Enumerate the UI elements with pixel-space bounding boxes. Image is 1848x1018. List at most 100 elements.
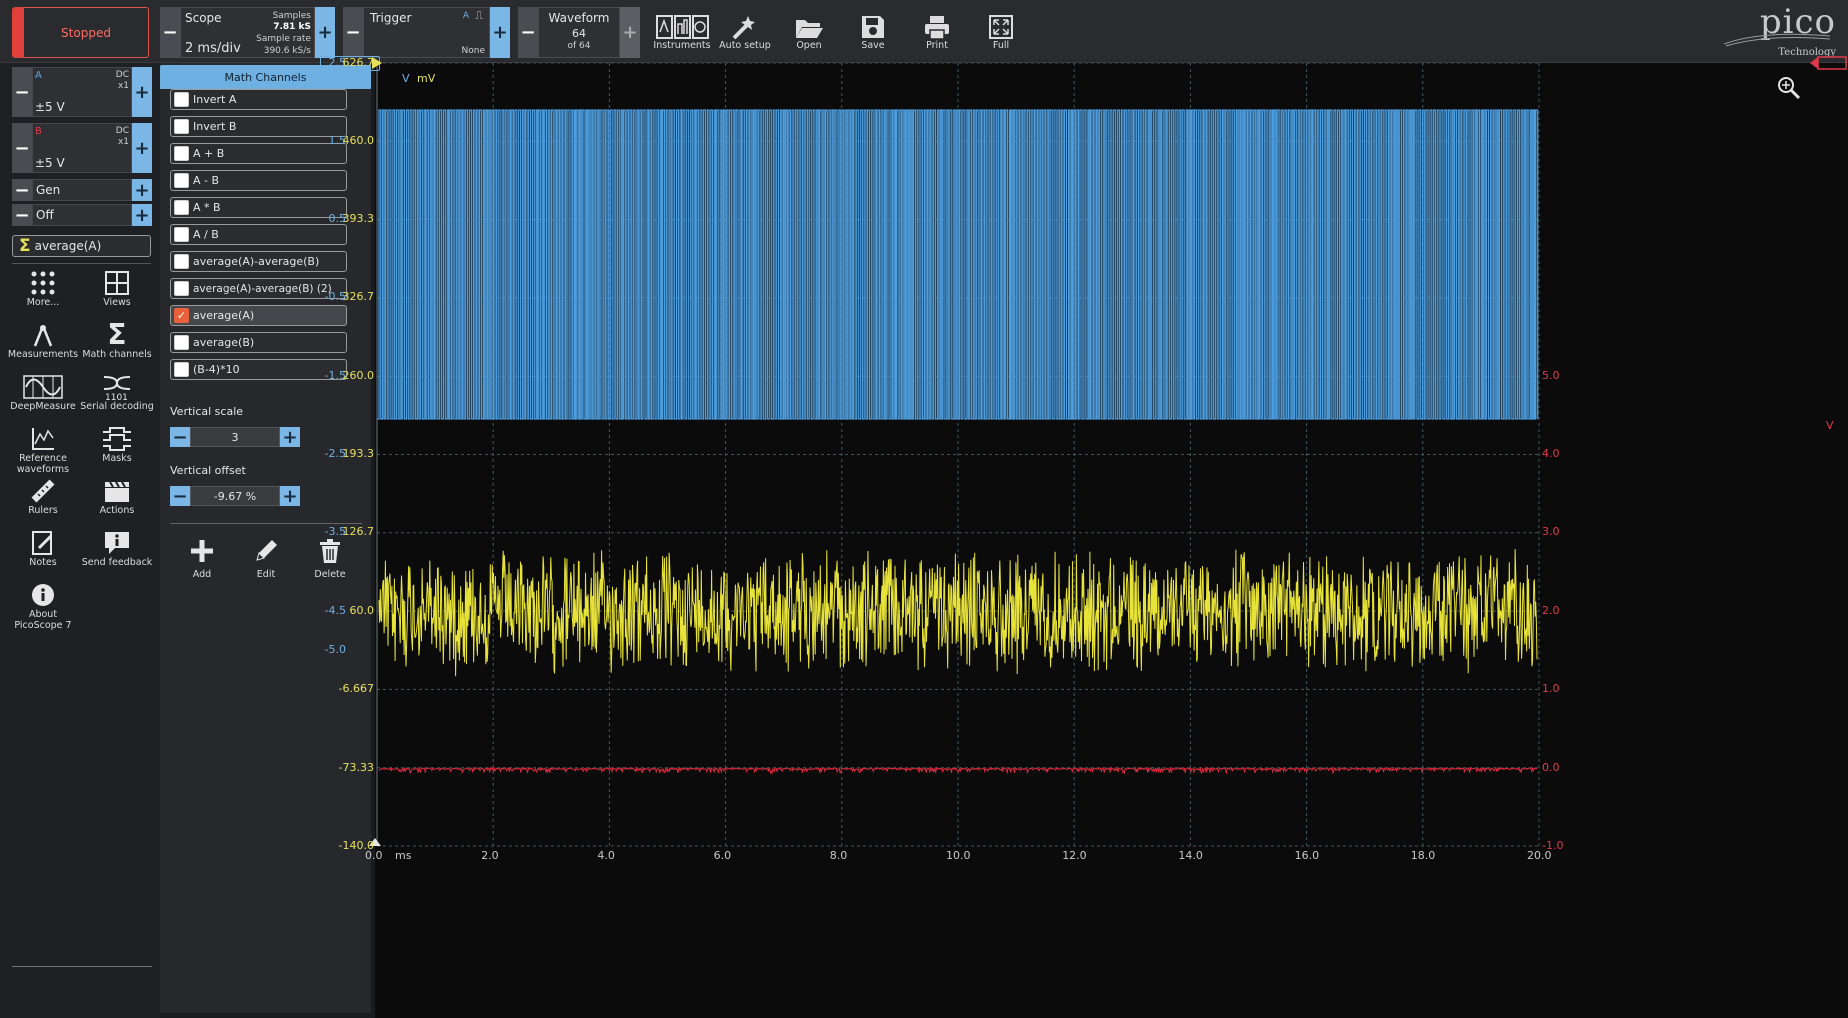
math-item-invert-a[interactable]: Invert A [170, 89, 347, 110]
math-item-a-plus-b[interactable]: A + B [170, 143, 347, 164]
vertical-offset-increase-button[interactable]: + [280, 486, 300, 507]
reference-waveforms-button[interactable]: Reference waveforms [6, 424, 80, 476]
channel-b-card[interactable]: B DC x1 ±5 V [32, 123, 132, 173]
checkbox[interactable] [174, 281, 189, 296]
trigger-marker-right[interactable] [1808, 55, 1848, 71]
zoom-icon[interactable] [1777, 76, 1801, 100]
channel-a-range-decrease-button[interactable]: − [12, 67, 32, 117]
vertical-scale-stepper[interactable]: − 3 + [170, 427, 300, 448]
math-channels-label: Math channels [82, 349, 152, 360]
edit-math-channel-button[interactable]: Edit [236, 533, 296, 580]
checkbox[interactable] [174, 119, 189, 134]
math-item-a-minus-b[interactable]: A - B [170, 170, 347, 191]
math-item-label: A - B [193, 174, 220, 187]
generator-state[interactable]: Off [32, 204, 132, 226]
trigger-control[interactable]: Trigger A ⎍ None [363, 7, 490, 58]
vertical-offset-decrease-button[interactable]: − [170, 486, 190, 507]
save-button[interactable]: Save [843, 6, 903, 51]
samples-label: Samples [272, 11, 311, 21]
checkbox[interactable] [174, 254, 189, 269]
rulers-button[interactable]: Rulers [6, 476, 80, 517]
time-axis-tick: 14.0 [1178, 849, 1203, 862]
generator-decrease-button[interactable]: − [12, 179, 32, 201]
math-item-average-a[interactable]: ✓ average(A) [170, 305, 347, 326]
actions-button[interactable]: Actions [80, 476, 154, 517]
generator-label[interactable]: Gen [32, 179, 132, 201]
channel-b-range-decrease-button[interactable]: − [12, 123, 32, 173]
top-toolbar: Stopped − Scope 2 ms/div Samples 7.81 kS… [0, 0, 1848, 63]
channel-b-axis-tick: 3.0 [1542, 525, 1560, 538]
run-stop-button[interactable]: Stopped [12, 7, 149, 58]
trigger-decrease-button[interactable]: − [343, 7, 363, 58]
open-button[interactable]: Open [779, 6, 839, 51]
time-axis-tick: 2.0 [481, 849, 499, 862]
masks-button[interactable]: Masks [80, 424, 154, 465]
channel-a-card[interactable]: A DC x1 ±5 V [32, 67, 132, 117]
vertical-offset-stepper[interactable]: − -9.67 % + [170, 486, 300, 507]
time-axis-tick: 4.0 [597, 849, 615, 862]
vertical-scale-decrease-button[interactable]: − [170, 427, 190, 448]
waveform-buffer-control[interactable]: Waveform 64 of 64 [538, 7, 620, 58]
generator-state-increase-button[interactable]: + [132, 204, 152, 226]
vertical-offset-value[interactable]: -9.67 % [190, 486, 280, 506]
math-channels-button[interactable]: Σ Math channels [80, 318, 154, 361]
channel-a-range-increase-button[interactable]: + [132, 67, 152, 117]
deepmeasure-button[interactable]: DeepMeasure [6, 372, 80, 413]
channel-b-trace [378, 766, 1538, 775]
math-axis-tick: 393.3 [342, 212, 375, 225]
math-item-a-div-b[interactable]: A / B [170, 224, 347, 245]
notes-button[interactable]: Notes [6, 528, 80, 569]
scope-timebase-control[interactable]: Scope 2 ms/div Samples 7.81 kS Sample ra… [180, 7, 315, 58]
trigger-increase-button[interactable]: + [490, 7, 510, 58]
print-button[interactable]: Print [907, 6, 967, 51]
waveform-next-button[interactable]: + [620, 7, 640, 58]
add-math-channel-button[interactable]: Add [172, 533, 232, 580]
checkbox[interactable] [174, 335, 189, 350]
auto-setup-button[interactable]: Auto setup [715, 6, 775, 51]
generator-increase-button[interactable]: + [132, 179, 152, 201]
math-item-invert-b[interactable]: Invert B [170, 116, 347, 137]
checkbox[interactable] [174, 200, 189, 215]
vertical-scale-value[interactable]: 3 [190, 427, 280, 447]
serial-decoding-button[interactable]: 1101 Serial decoding [80, 372, 154, 413]
more-button[interactable]: More... [6, 268, 80, 309]
math-item-label: average(A)-average(B) [193, 255, 320, 268]
channel-b-range-increase-button[interactable]: + [132, 123, 152, 173]
checkbox[interactable] [174, 92, 189, 107]
waveform-previous-button[interactable]: − [518, 7, 538, 58]
time-axis-tick: 20.0 [1527, 849, 1552, 862]
math-item-average-b[interactable]: average(B) [170, 332, 347, 353]
instruments-button[interactable]: Instruments [652, 6, 712, 51]
logo-swoosh-icon [1723, 33, 1831, 47]
checkbox[interactable] [174, 227, 189, 242]
math-item-label: Invert B [193, 120, 237, 133]
active-math-channel[interactable]: Σ average(A) [12, 235, 151, 257]
timebase-increase-button[interactable]: + [315, 7, 335, 58]
vertical-offset-label: Vertical offset [170, 464, 246, 477]
measurements-button[interactable]: Measurements [6, 320, 80, 361]
trigger-title: Trigger [370, 11, 412, 25]
vertical-scale-increase-button[interactable]: + [280, 427, 300, 448]
scope-plot-area[interactable] [375, 63, 1848, 1018]
generator-state-decrease-button[interactable]: − [12, 204, 32, 226]
delete-math-channel-button[interactable]: Delete [300, 533, 360, 580]
send-feedback-button[interactable]: Send feedback [80, 528, 154, 569]
samples-value: 7.81 kS [273, 22, 311, 32]
math-item-b-minus-4-times-10[interactable]: (B-4)*10 [170, 359, 347, 380]
full-screen-button[interactable]: Full [971, 6, 1031, 51]
timebase-decrease-button[interactable]: − [160, 7, 180, 58]
scope-view[interactable]: V mV V 2.5 1.5 0.5 -0.5 -1.5 -2.5 -3.5 -4.5 -5.0… [320, 56, 1848, 1018]
views-button[interactable]: Views [80, 268, 154, 309]
math-item-a-times-b[interactable]: A * B [170, 197, 347, 218]
checkbox[interactable] [174, 362, 189, 377]
checkbox[interactable] [174, 146, 189, 161]
about-button[interactable]: About PicoScope 7 [6, 580, 80, 632]
checkmark-icon[interactable]: ✓ [174, 308, 189, 323]
math-axis-tick: 460.0 [342, 134, 375, 147]
checkbox[interactable] [174, 173, 189, 188]
rising-edge-icon: ⎍ [475, 9, 483, 22]
about-label: About PicoScope 7 [14, 609, 72, 631]
math-item-avg-a-minus-avg-b-2[interactable]: average(A)-average(B) (2) [170, 278, 347, 299]
scope-traces [377, 109, 1539, 775]
math-item-avg-a-minus-avg-b[interactable]: average(A)-average(B) [170, 251, 347, 272]
